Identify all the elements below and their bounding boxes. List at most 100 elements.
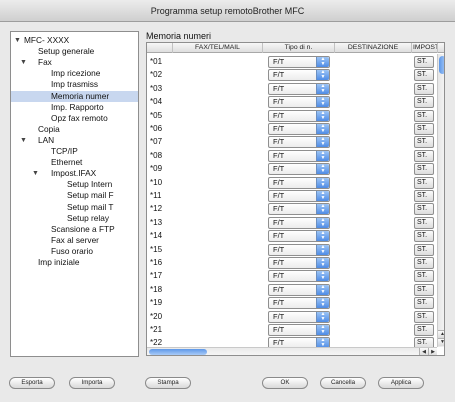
tree-item[interactable]: Fuso orario bbox=[51, 246, 93, 257]
column-header-setting[interactable]: IMPOSTA bbox=[412, 43, 438, 53]
number-type-select[interactable]: F/T ▲ ▼ bbox=[268, 230, 330, 243]
setting-button[interactable]: ST. bbox=[414, 230, 434, 243]
settings-tree[interactable]: MFC- XXXX ▼ Setup generale Fax ▼ Imp ricezion… bbox=[10, 31, 139, 357]
setting-button[interactable]: ST. bbox=[414, 163, 434, 176]
number-type-select[interactable]: F/T ▲ ▼ bbox=[268, 297, 330, 310]
tree-item[interactable]: Imp trasmiss bbox=[51, 79, 98, 90]
setting-button[interactable]: ST. bbox=[414, 243, 434, 256]
tree-item[interactable]: Setup generale bbox=[38, 46, 94, 57]
up-down-arrows-icon: ▲ ▼ bbox=[316, 244, 329, 255]
tree-item[interactable]: Setup mail T bbox=[67, 202, 113, 213]
setting-button[interactable]: ST. bbox=[414, 283, 434, 296]
setting-button[interactable]: ST. bbox=[414, 270, 434, 283]
tree-item[interactable]: Imp iniziale bbox=[38, 257, 80, 268]
tree-item[interactable]: LAN bbox=[38, 135, 54, 146]
tree-item[interactable]: Setup Intern bbox=[67, 179, 112, 190]
setting-button[interactable]: ST. bbox=[414, 136, 434, 149]
tree-item[interactable]: Fax bbox=[38, 57, 52, 68]
up-down-arrows-icon: ▲ ▼ bbox=[316, 271, 329, 282]
horizontal-scrollbar[interactable]: ◀ ▶ bbox=[147, 347, 437, 355]
number-type-select[interactable]: F/T ▲ ▼ bbox=[268, 109, 330, 122]
number-type-value: F/T bbox=[273, 177, 285, 187]
column-header-index[interactable] bbox=[147, 43, 173, 53]
tree-item-label: Setup generale bbox=[38, 46, 95, 57]
setting-button[interactable]: ST. bbox=[414, 109, 434, 122]
tree-item[interactable]: Memoria numer bbox=[11, 90, 138, 102]
tree-item[interactable]: Scansione a FTP bbox=[51, 224, 115, 235]
number-type-select[interactable]: F/T ▲ ▼ bbox=[268, 123, 330, 135]
number-type-select[interactable]: F/T ▲ ▼ bbox=[268, 243, 330, 256]
setting-button[interactable]: ST. bbox=[414, 310, 434, 323]
ok-button[interactable]: OK bbox=[262, 377, 308, 389]
number-type-value: F/T bbox=[273, 164, 285, 174]
setting-button[interactable]: ST. bbox=[414, 203, 434, 216]
tree-item[interactable]: MFC- XXXX bbox=[24, 35, 69, 46]
tree-item[interactable]: Ethernet bbox=[51, 157, 82, 168]
setting-button[interactable]: ST. bbox=[414, 82, 434, 95]
disclosure-triangle-icon[interactable]: ▼ bbox=[32, 168, 39, 179]
tree-item[interactable]: Imp. Rapporto bbox=[51, 102, 104, 113]
up-down-arrows-icon: ▲ ▼ bbox=[316, 191, 329, 201]
number-type-select[interactable]: F/T ▲ ▼ bbox=[268, 203, 330, 216]
number-type-select[interactable]: F/T ▲ ▼ bbox=[268, 149, 330, 162]
scroll-left-arrow-icon[interactable]: ◀ bbox=[419, 348, 428, 355]
setting-button[interactable]: ST. bbox=[414, 297, 434, 310]
disclosure-triangle-icon[interactable]: ▼ bbox=[20, 57, 27, 68]
up-down-arrows-icon: ▲ ▼ bbox=[316, 325, 329, 335]
tree-item[interactable]: Setup mail F bbox=[67, 190, 114, 201]
column-header-type[interactable]: Tipo di n. bbox=[263, 43, 335, 53]
number-type-select[interactable]: F/T ▲ ▼ bbox=[268, 69, 330, 82]
number-type-select[interactable]: F/T ▲ ▼ bbox=[268, 283, 330, 296]
up-down-arrows-icon: ▲ ▼ bbox=[316, 124, 329, 134]
setting-button[interactable]: ST. bbox=[414, 257, 434, 269]
number-type-select[interactable]: F/T ▲ ▼ bbox=[268, 136, 330, 149]
number-type-select[interactable]: F/T ▲ ▼ bbox=[268, 270, 330, 283]
tree-item[interactable]: Setup relay bbox=[67, 213, 109, 224]
up-down-arrows-icon: ▲ ▼ bbox=[316, 258, 329, 268]
number-type-value: F/T bbox=[273, 57, 285, 66]
horizontal-scroll-thumb[interactable] bbox=[149, 349, 207, 355]
column-header-fax-tel-mail[interactable]: FAX/TEL/MAIL bbox=[173, 43, 263, 53]
setting-button[interactable]: ST. bbox=[414, 69, 434, 82]
apply-button[interactable]: Applica bbox=[378, 377, 424, 389]
setting-button[interactable]: ST. bbox=[414, 123, 434, 135]
number-type-value: F/T bbox=[273, 311, 285, 321]
number-type-select[interactable]: F/T ▲ ▼ bbox=[268, 56, 330, 68]
scroll-right-arrow-icon[interactable]: ▶ bbox=[428, 348, 437, 355]
number-type-select[interactable]: F/T ▲ ▼ bbox=[268, 190, 330, 202]
tree-item[interactable]: Copia bbox=[38, 124, 60, 135]
number-type-select[interactable]: F/T ▲ ▼ bbox=[268, 324, 330, 336]
number-type-select[interactable]: F/T ▲ ▼ bbox=[268, 257, 330, 269]
up-down-arrows-icon: ▲ ▼ bbox=[316, 284, 329, 295]
tree-item[interactable]: TCP/IP bbox=[51, 146, 78, 157]
tree-item-label: Imp trasmiss bbox=[51, 79, 99, 90]
column-header-destination[interactable]: DESTINAZIONE bbox=[335, 43, 412, 53]
setting-button[interactable]: ST. bbox=[414, 216, 434, 229]
cancel-button[interactable]: Cancella bbox=[320, 377, 366, 389]
scroll-up-arrow-icon[interactable]: ▲ bbox=[438, 330, 444, 338]
disclosure-triangle-icon[interactable]: ▼ bbox=[14, 35, 21, 46]
number-type-select[interactable]: F/T ▲ ▼ bbox=[268, 310, 330, 323]
number-type-select[interactable]: F/T ▲ ▼ bbox=[268, 96, 330, 109]
setting-button[interactable]: ST. bbox=[414, 149, 434, 162]
setting-button[interactable]: ST. bbox=[414, 96, 434, 109]
disclosure-triangle-icon[interactable]: ▼ bbox=[20, 135, 27, 146]
import-button[interactable]: Importa bbox=[69, 377, 115, 389]
number-type-select[interactable]: F/T ▲ ▼ bbox=[268, 82, 330, 95]
tree-item[interactable]: Imp ricezione bbox=[51, 68, 100, 79]
tree-item[interactable]: Fax al server bbox=[51, 235, 99, 246]
setting-button[interactable]: ST. bbox=[414, 190, 434, 202]
print-button[interactable]: Stampa bbox=[145, 377, 191, 389]
vertical-scrollbar[interactable]: ▲ ▼ bbox=[437, 54, 444, 347]
setting-button[interactable]: ST. bbox=[414, 56, 434, 68]
tree-item[interactable]: Opz fax remoto bbox=[51, 113, 108, 124]
setting-button[interactable]: ST. bbox=[414, 324, 434, 336]
vertical-scroll-thumb[interactable] bbox=[439, 56, 444, 74]
setting-button[interactable]: ST. bbox=[414, 176, 434, 189]
number-type-select[interactable]: F/T ▲ ▼ bbox=[268, 176, 330, 189]
number-type-select[interactable]: F/T ▲ ▼ bbox=[268, 216, 330, 229]
number-type-select[interactable]: F/T ▲ ▼ bbox=[268, 163, 330, 176]
export-button[interactable]: Esporta bbox=[9, 377, 55, 389]
tree-item[interactable]: Impost.IFAX bbox=[51, 168, 96, 179]
scroll-down-arrow-icon[interactable]: ▼ bbox=[438, 338, 444, 346]
